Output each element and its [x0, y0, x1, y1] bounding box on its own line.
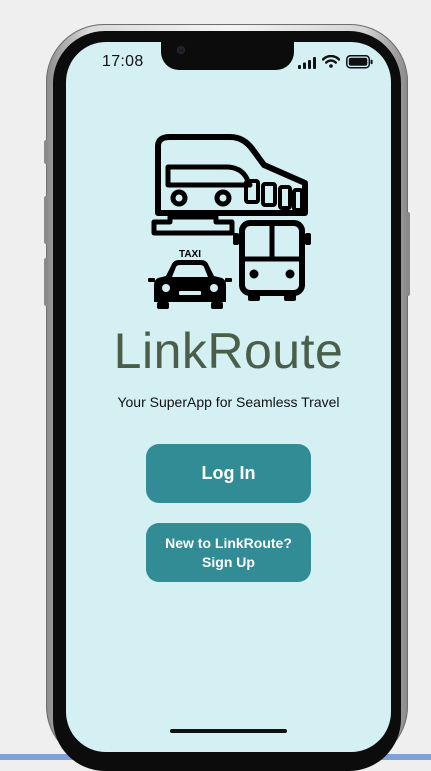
notch — [161, 42, 294, 70]
volume-up-button — [44, 196, 48, 244]
status-time: 17:08 — [102, 53, 144, 70]
app-screen: 17:08 TAXI LinkRoute Your SuperApp for S… — [66, 42, 391, 752]
train-icon — [151, 134, 308, 236]
app-name: LinkRoute — [113, 323, 344, 379]
signup-button[interactable]: New to LinkRoute? Sign Up — [146, 523, 311, 582]
mute-switch — [44, 140, 48, 164]
signup-line-1: New to LinkRoute? — [165, 534, 292, 551]
taxi-icon: TAXI — [148, 249, 232, 309]
app-tagline: Your SuperApp for Seamless Travel — [117, 394, 340, 410]
front-camera-icon — [177, 46, 185, 54]
app-logo: TAXI — [148, 132, 318, 315]
signal-icon — [298, 56, 316, 74]
power-button — [406, 212, 410, 296]
signup-line-2: Sign Up — [202, 553, 255, 570]
battery-icon — [346, 55, 374, 74]
bus-icon — [233, 220, 311, 301]
logo-illustration: TAXI — [148, 134, 311, 309]
login-button[interactable]: Log In — [146, 444, 311, 503]
wifi-icon — [321, 54, 341, 73]
volume-down-button — [44, 258, 48, 306]
taxi-sign-label: TAXI — [179, 249, 201, 260]
home-indicator[interactable] — [170, 729, 287, 733]
